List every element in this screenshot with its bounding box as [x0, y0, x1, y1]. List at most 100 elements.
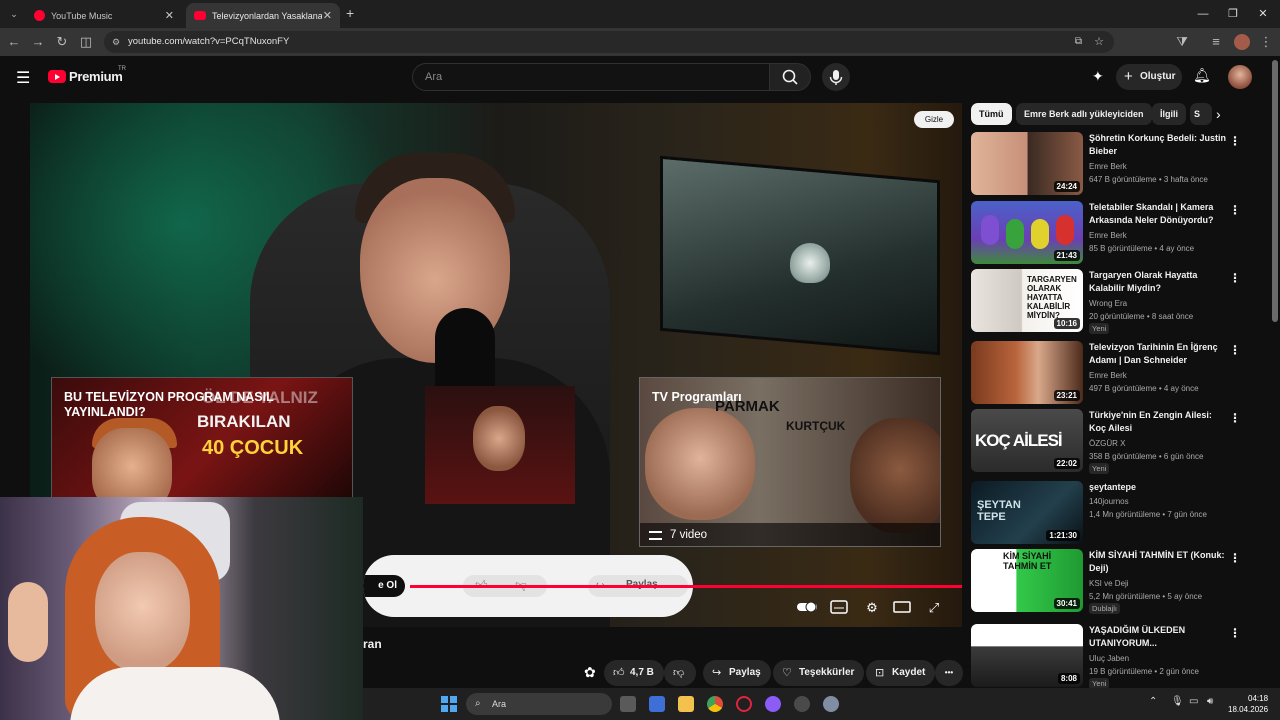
- endscreen-video-card[interactable]: ÖL DE YALNIZ BU TELEVİZYON PROGRAM NASIL…: [51, 377, 353, 502]
- like-button[interactable]: 👍︎ 4,7 B: [604, 660, 664, 686]
- video-title[interactable]: Televizyon Tarihinin En İğrenç Adamı | D…: [1089, 341, 1229, 367]
- tray-volume-icon[interactable]: 🔊︎: [1207, 696, 1213, 707]
- magic-wand-icon[interactable]: ✦: [1092, 68, 1104, 85]
- close-tab-icon[interactable]: ✕: [323, 9, 332, 22]
- chip-all[interactable]: Tümü: [971, 103, 1012, 125]
- search-input[interactable]: Ara: [412, 63, 770, 91]
- video-thumbnail[interactable]: KOÇ AİLESİ 22:02: [971, 409, 1083, 472]
- more-options-icon[interactable]: ⋮: [1229, 134, 1241, 148]
- video-thumbnail[interactable]: 8:08: [971, 624, 1083, 687]
- search-button[interactable]: [769, 63, 811, 91]
- tab-youtube-music[interactable]: YouTube Music ✕: [26, 3, 182, 28]
- video-thumbnail[interactable]: KİM SİYAHİ TAHMİN ET 30:41: [971, 549, 1083, 612]
- video-title[interactable]: Targaryen Olarak Hayatta Kalabilir Miydi…: [1089, 269, 1229, 295]
- maximize-icon[interactable]: ❐: [1216, 0, 1250, 28]
- video-title[interactable]: Şöhretin Korkunç Bedeli: Justin Bieber: [1089, 132, 1229, 158]
- video-thumbnail[interactable]: TARGARYEN OLARAK HAYATTA KALABİLİR MİYDİ…: [971, 269, 1083, 332]
- file-explorer-icon[interactable]: [678, 696, 694, 712]
- hide-endscreen-button[interactable]: Gizle: [914, 111, 954, 128]
- chip-partial[interactable]: S: [1190, 103, 1212, 125]
- channel-name[interactable]: Wrong Era: [1089, 299, 1127, 308]
- reload-icon[interactable]: ↻: [52, 32, 72, 52]
- tab-search-icon[interactable]: ⌄: [4, 4, 24, 24]
- hamburger-menu-icon[interactable]: ☰: [16, 68, 30, 88]
- recommendation-item[interactable]: 24:24 Şöhretin Korkunç Bedeli: Justin Bi…: [971, 132, 1271, 198]
- create-button[interactable]: + Oluştur: [1116, 64, 1182, 90]
- minimize-icon[interactable]: —: [1186, 0, 1220, 28]
- tray-chevron-icon[interactable]: ⌃: [1149, 696, 1157, 707]
- endscreen-subscribe-card[interactable]: [425, 386, 575, 504]
- new-tab-button[interactable]: +: [346, 5, 354, 21]
- app-icon[interactable]: [794, 696, 810, 712]
- browser-menu-icon[interactable]: ⋮: [1256, 32, 1276, 52]
- subtitles-icon[interactable]: [829, 600, 849, 616]
- notifications-bell-icon[interactable]: 🔔︎: [1193, 67, 1211, 84]
- more-options-icon[interactable]: ⋮: [1229, 271, 1241, 285]
- autoplay-toggle-icon[interactable]: [796, 600, 817, 616]
- channel-name[interactable]: KSI ve Deji: [1089, 579, 1129, 588]
- taskbar-search[interactable]: ⌕ Ara: [466, 693, 612, 715]
- recommendation-item[interactable]: KOÇ AİLESİ 22:02 Türkiye'nin En Zengin A…: [971, 409, 1271, 475]
- account-avatar[interactable]: [1228, 65, 1252, 89]
- address-bar[interactable]: ⚙ youtube.com/watch?v=PCqTNuxonFY ⧉ ☆: [104, 31, 1114, 53]
- subscribe-button-partial[interactable]: e Ol: [363, 575, 405, 597]
- logo-text[interactable]: Premium: [69, 69, 123, 84]
- video-title[interactable]: YAŞADIĞIM ÜLKEDEN UTANIYORUM...: [1089, 624, 1229, 650]
- recommendation-item[interactable]: 23:21 Televizyon Tarihinin En İğrenç Ada…: [971, 341, 1271, 407]
- page-scrollbar[interactable]: [1272, 60, 1278, 322]
- video-thumbnail[interactable]: 23:21: [971, 341, 1083, 404]
- save-button[interactable]: ⊡ Kaydet: [866, 660, 936, 686]
- chip-from-uploader[interactable]: Emre Berk adlı yükleyiciden: [1016, 103, 1152, 125]
- more-options-icon[interactable]: ⋮: [1229, 203, 1241, 217]
- channel-name[interactable]: 140journos: [1089, 497, 1129, 506]
- site-info-icon[interactable]: ⚙: [112, 31, 120, 53]
- video-title[interactable]: şeytantepe: [1089, 481, 1229, 494]
- video-thumbnail[interactable]: 24:24: [971, 132, 1083, 195]
- recommendation-item[interactable]: TARGARYEN OLARAK HAYATTA KALABİLİR MİYDİ…: [971, 269, 1271, 335]
- recommendation-item[interactable]: 21:43 Teletabiler Skandalı | Kamera Arka…: [971, 201, 1271, 267]
- extensions-icon[interactable]: ⧩: [1172, 32, 1192, 52]
- ai-sparkle-icon[interactable]: ✿: [584, 664, 596, 681]
- channel-name[interactable]: Emre Berk: [1089, 162, 1127, 171]
- recommendation-item[interactable]: ŞEYTAN TEPE 1:21:30 şeytantepe 140journo…: [971, 481, 1271, 547]
- task-view-icon[interactable]: [620, 696, 636, 712]
- back-icon[interactable]: ←: [4, 32, 24, 52]
- tray-microphone-icon[interactable]: 🎙︎: [1171, 696, 1184, 707]
- dislike-button[interactable]: 👎︎: [664, 660, 696, 686]
- endscreen-playlist-card[interactable]: PARMAK KURTÇUK TV Programları 7 video: [639, 377, 941, 547]
- thanks-button[interactable]: ♡ Teşekkürler: [773, 660, 865, 686]
- tray-network-icon[interactable]: ▭: [1189, 696, 1198, 707]
- system-clock[interactable]: 04:18 18.04.2026: [1228, 693, 1268, 715]
- chrome-icon[interactable]: [707, 696, 723, 712]
- tab-current-video[interactable]: Televizyonlardan Yasaklanan Gü ✕: [186, 3, 340, 28]
- chevron-right-icon[interactable]: ›: [1216, 106, 1221, 122]
- forward-icon[interactable]: →: [28, 32, 48, 52]
- video-thumbnail[interactable]: 21:43: [971, 201, 1083, 264]
- video-title[interactable]: KİM SİYAHİ TAHMİN ET (Konuk: Deji): [1089, 549, 1229, 575]
- voice-search-button[interactable]: [822, 63, 850, 91]
- recommendation-item[interactable]: 8:08 YAŞADIĞIM ÜLKEDEN UTANIYORUM... Ulu…: [971, 624, 1271, 690]
- video-title[interactable]: Türkiye'nin En Zengin Ailesi: Koç Ailesi: [1089, 409, 1229, 435]
- more-actions-button[interactable]: •••: [935, 660, 963, 686]
- share-button[interactable]: ↪ Paylaş: [703, 660, 771, 686]
- chip-related[interactable]: İlgili: [1152, 103, 1186, 125]
- reading-list-icon[interactable]: ≡: [1206, 32, 1226, 52]
- profile-avatar[interactable]: [1234, 34, 1250, 50]
- more-options-icon[interactable]: ⋮: [1229, 343, 1241, 357]
- split-view-icon[interactable]: ◫: [76, 32, 96, 52]
- obs-icon[interactable]: [765, 696, 781, 712]
- install-app-icon[interactable]: ⧉: [1075, 31, 1082, 53]
- fullscreen-icon[interactable]: ⤢: [924, 600, 944, 616]
- windows-start-icon[interactable]: [441, 696, 457, 712]
- video-thumbnail[interactable]: ŞEYTAN TEPE 1:21:30: [971, 481, 1083, 544]
- close-tab-icon[interactable]: ✕: [165, 9, 174, 22]
- widgets-icon[interactable]: [649, 696, 665, 712]
- bookmark-star-icon[interactable]: ☆: [1094, 31, 1104, 53]
- settings-gear-icon[interactable]: ⚙: [862, 600, 882, 616]
- channel-name[interactable]: Uluç Jaben: [1089, 654, 1129, 663]
- channel-name[interactable]: Emre Berk: [1089, 231, 1127, 240]
- close-window-icon[interactable]: ✕: [1246, 0, 1280, 28]
- youtube-logo-icon[interactable]: [48, 70, 66, 83]
- video-title[interactable]: Teletabiler Skandalı | Kamera Arkasında …: [1089, 201, 1229, 227]
- theater-mode-icon[interactable]: [892, 600, 912, 616]
